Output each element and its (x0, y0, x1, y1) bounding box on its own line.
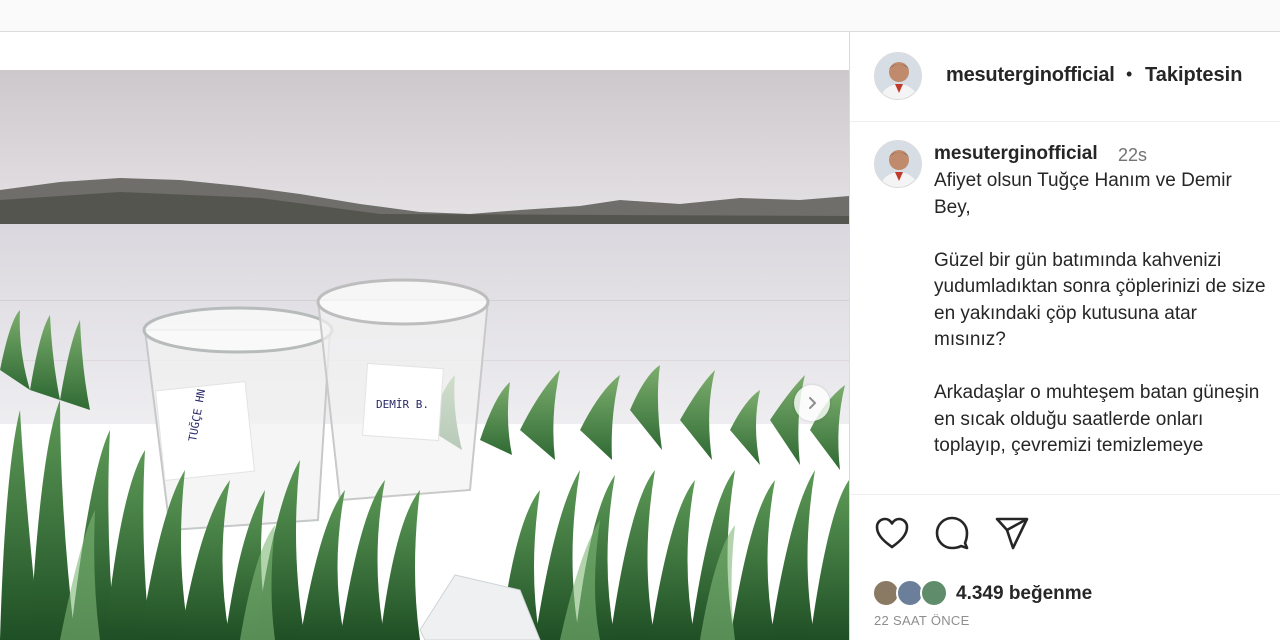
caption-line (934, 221, 1280, 248)
like-count[interactable]: 4.349 beğenme (956, 583, 1092, 605)
separator-dot: • (1126, 64, 1133, 84)
comment-icon (935, 516, 969, 550)
caption-text: Afiyet olsun Tuğçe Hanım ve Demir Bey, G… (934, 168, 1280, 460)
cup-right-label: DEMİR B. (376, 398, 429, 411)
liker-avatars[interactable] (872, 579, 952, 609)
post-actions: 4.349 beğenme 22 SAAT ÖNCE (850, 494, 1280, 640)
avatar[interactable] (874, 140, 922, 188)
caption-line (934, 354, 1280, 381)
caption-area: mesuterginofficial 22s Afiyet olsun Tuğç… (850, 124, 1280, 504)
follow-status[interactable]: Takiptesin (1145, 64, 1242, 87)
browser-top-bar (0, 0, 1280, 32)
share-icon (995, 517, 1029, 550)
caption-line: mısınız? (934, 329, 1006, 350)
header-username[interactable]: mesuterginofficial (946, 64, 1115, 87)
caption-username[interactable]: mesuterginofficial (934, 143, 1098, 165)
like-button[interactable] (872, 513, 912, 553)
chevron-right-icon (809, 397, 816, 409)
cup-right: DEMİR B. (316, 278, 490, 502)
post-photo: TUĞÇE HN DEMİR B. (0, 70, 849, 640)
next-slide-button[interactable] (794, 385, 830, 421)
caption-line: Arkadaşlar o muhteşem batan güneşin (934, 382, 1260, 403)
cup-left: TUĞÇE HN (142, 306, 334, 532)
post-side-panel: mesuterginofficial • Takiptesin mesuterg… (849, 32, 1280, 640)
share-button[interactable] (992, 513, 1032, 553)
heart-icon (875, 517, 909, 549)
caption-line: Güzel bir gün batımında kahvenizi (934, 249, 1222, 271)
comment-button[interactable] (932, 513, 972, 553)
post-timestamp[interactable]: 22 SAAT ÖNCE (874, 613, 970, 628)
avatar (920, 579, 948, 607)
caption-line: en sıcak olduğu saatlerde onları (934, 408, 1204, 430)
caption-line: Bey, (934, 196, 971, 218)
post-media[interactable]: TUĞÇE HN DEMİR B. (0, 32, 849, 640)
caption-time[interactable]: 22s (1118, 145, 1147, 166)
caption-line: toplayıp, çevremizi temizlemeye (934, 435, 1204, 456)
caption-line: yudumladıktan sonra çöplerinizi de size (934, 276, 1266, 297)
avatar[interactable] (874, 52, 922, 100)
post-header: mesuterginofficial • Takiptesin (850, 32, 1280, 122)
caption-line: Afiyet olsun Tuğçe Hanım ve Demir (934, 170, 1232, 191)
caption-line: en yakındaki çöp kutusuna atar (934, 302, 1198, 324)
